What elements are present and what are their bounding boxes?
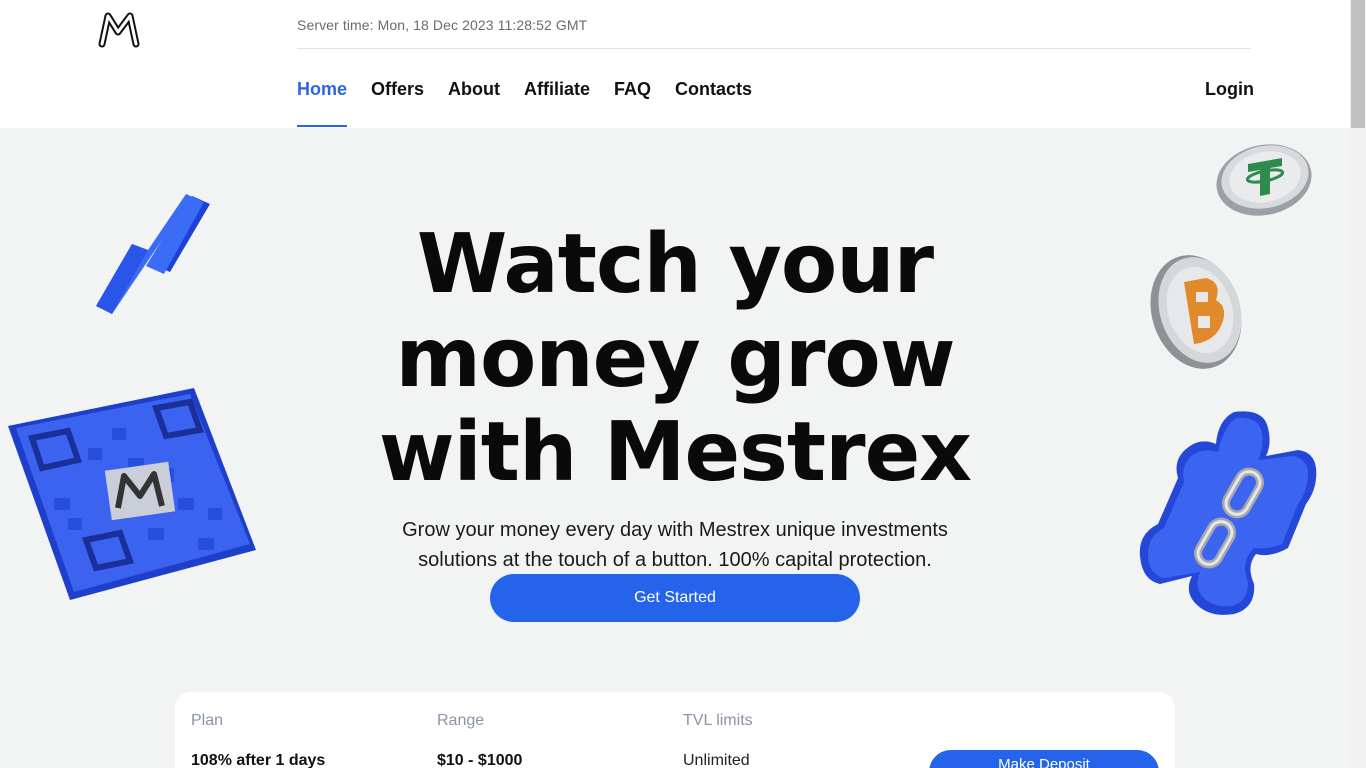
qr-code-icon [8,388,256,600]
main-nav: Home Offers About Affiliate FAQ Contacts [297,78,776,128]
plan-tvl-limit: Unlimited [683,752,750,768]
tvl-column-header: TVL limits [683,712,753,729]
range-column-header: Range [437,712,485,729]
get-started-button[interactable]: Get Started [490,574,860,622]
puzzle-chain-icon [1139,411,1317,615]
tether-coin-icon [1216,144,1312,216]
nav-faq[interactable]: FAQ [614,78,651,128]
plan-name: 108% after 1 days [191,752,326,768]
bitcoin-coin-icon [1150,255,1242,369]
site-header: Server time: Mon, 18 Dec 2023 11:28:52 G… [0,0,1350,128]
server-time: Server time: Mon, 18 Dec 2023 11:28:52 G… [297,17,588,33]
mestrex-logo-icon[interactable] [98,10,142,48]
hero-title: Watch your money grow with Mestrex [378,217,972,500]
page-scrollbar[interactable] [1350,0,1366,768]
make-deposit-button[interactable]: Make Deposit [929,750,1159,768]
nav-contacts[interactable]: Contacts [675,78,752,128]
nav-home[interactable]: Home [297,78,348,128]
nav-affiliate[interactable]: Affiliate [524,78,590,128]
nav-about[interactable]: About [448,78,500,128]
header-divider [297,48,1251,49]
scrollbar-thumb[interactable] [1351,0,1365,128]
lightning-icon [96,194,210,314]
nav-offers[interactable]: Offers [371,78,424,128]
plan-range: $10 - $1000 [437,752,523,768]
plan-column-header: Plan [191,712,224,729]
hero-subtitle: Grow your money every day with Mestrex u… [402,519,948,571]
plans-table: Plan Range TVL limits 108% after 1 days … [175,692,1175,768]
login-link[interactable]: Login [1205,78,1254,100]
